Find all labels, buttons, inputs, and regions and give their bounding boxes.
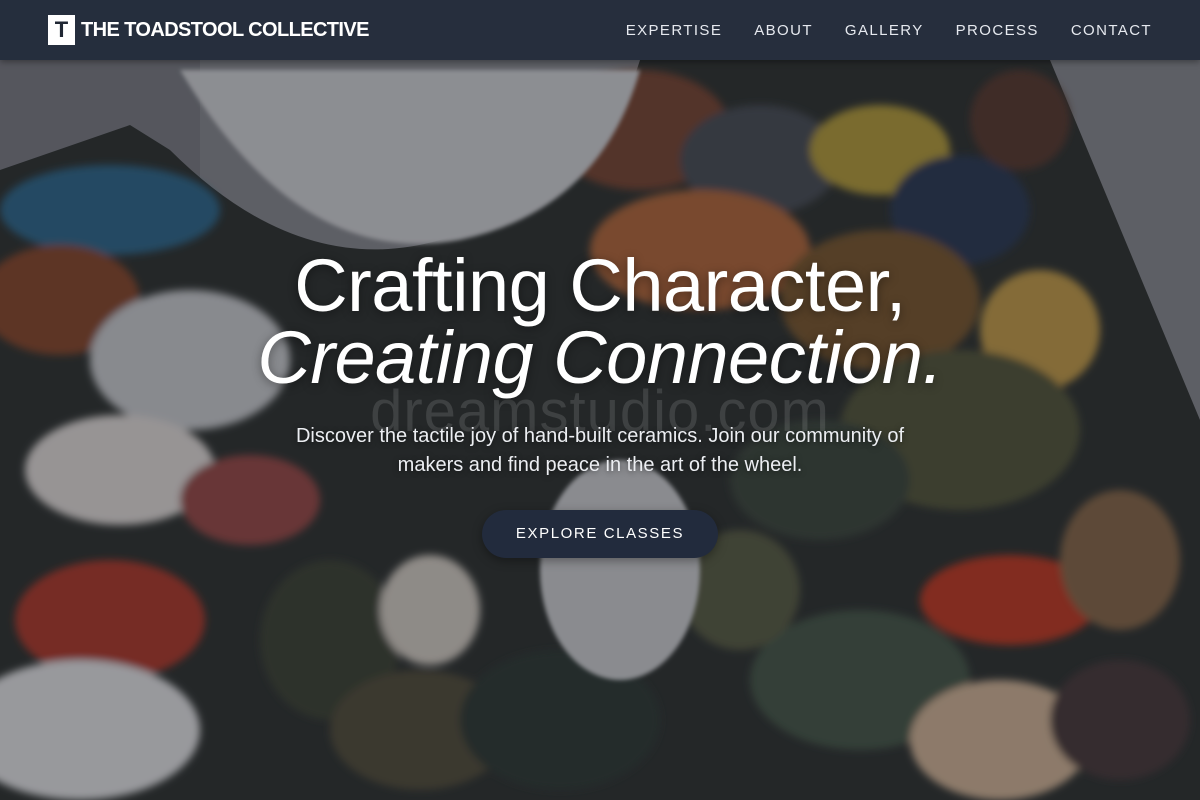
hero-subtext: Discover the tactile joy of hand-built c… bbox=[295, 425, 905, 476]
brand-logo-link[interactable]: T THE TOADSTOOL COLLECTIVE bbox=[48, 15, 369, 45]
nav-link-process[interactable]: PROCESS bbox=[956, 22, 1039, 39]
headline-line-2: Creating Connection. bbox=[257, 316, 943, 399]
nav-link-about[interactable]: ABOUT bbox=[754, 22, 813, 39]
hero-headline: Crafting Character, Creating Connection. bbox=[0, 244, 1200, 399]
nav-links: EXPERTISE ABOUT GALLERY PROCESS CONTACT bbox=[626, 22, 1152, 39]
hero-content: Crafting Character, Creating Connection.… bbox=[0, 244, 1200, 558]
explore-classes-button[interactable]: EXPLORE CLASSES bbox=[482, 510, 718, 558]
nav-link-expertise[interactable]: EXPERTISE bbox=[626, 22, 723, 39]
nav-link-contact[interactable]: CONTACT bbox=[1071, 22, 1152, 39]
brand-logo-icon: T bbox=[48, 15, 75, 45]
navbar: T THE TOADSTOOL COLLECTIVE EXPERTISE ABO… bbox=[0, 0, 1200, 60]
brand-name: THE TOADSTOOL COLLECTIVE bbox=[81, 18, 369, 41]
nav-link-gallery[interactable]: GALLERY bbox=[845, 22, 924, 39]
headline-line-1: Crafting Character, bbox=[294, 244, 906, 327]
